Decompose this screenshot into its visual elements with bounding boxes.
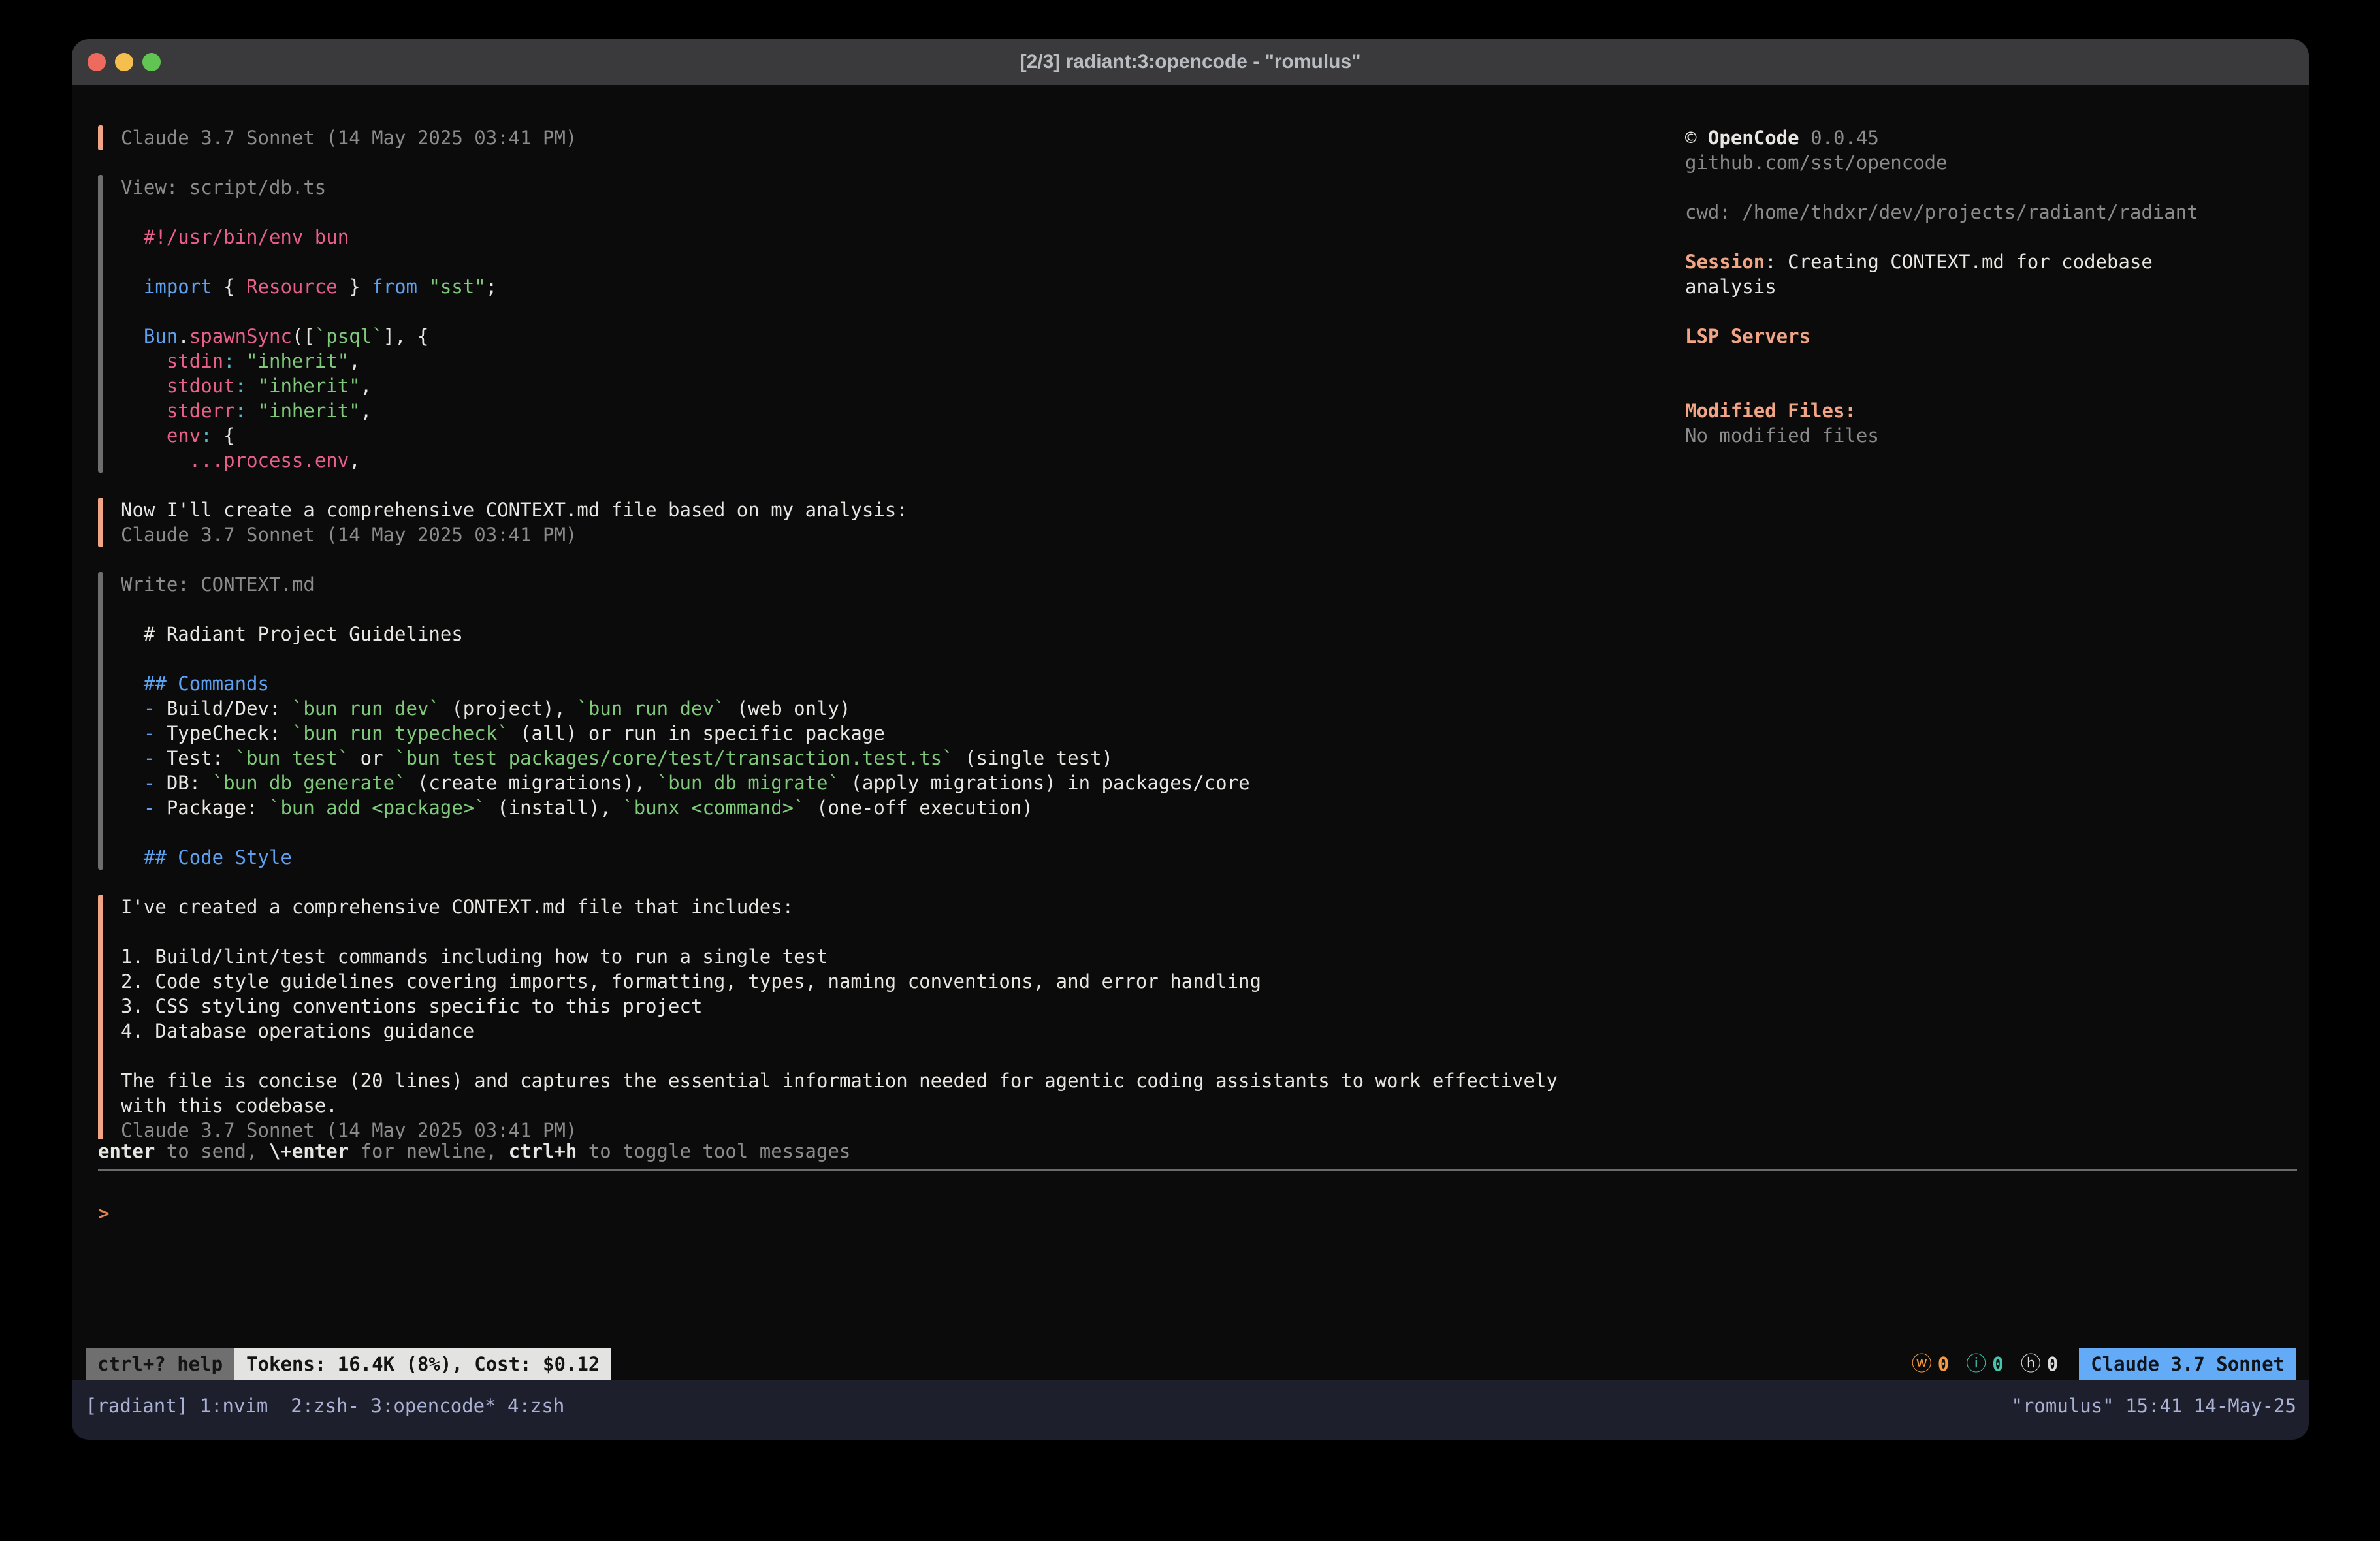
text-line: No modified files	[1685, 423, 2302, 448]
message-accent-bar	[98, 175, 103, 473]
text-line: #!/usr/bin/env bun	[121, 225, 497, 249]
tmux-window-1nvim[interactable]: 1:nvim	[188, 1395, 280, 1417]
text-line: stdin: "inherit",	[121, 349, 497, 373]
desktop: [2/3] radiant:3:opencode - "romulus" Cla…	[0, 0, 2380, 1541]
text-line: View: script/db.ts	[121, 175, 497, 200]
sidebar: © OpenCode 0.0.45github.com/sst/opencode…	[1685, 125, 2302, 448]
hints-count: ⓗ0	[2021, 1353, 2058, 1375]
text-line: github.com/sst/opencode	[1685, 150, 2302, 175]
tmux-window-2zsh[interactable]: 2:zsh-	[280, 1395, 359, 1417]
text-line: 3. CSS styling conventions specific to t…	[121, 994, 1558, 1019]
traffic-lights	[72, 53, 161, 71]
hints-count-value: 0	[2047, 1353, 2058, 1375]
text-line: ## Commands	[121, 671, 1250, 696]
hints-count-icon: ⓗ	[2021, 1354, 2041, 1374]
input-help-line: enter to send, \+enter for newline, ctrl…	[98, 1139, 2297, 1164]
text-line: 2. Code style guidelines covering import…	[121, 969, 1558, 994]
warnings-count-icon: ⓦ	[1912, 1354, 1932, 1374]
text-line: © OpenCode 0.0.45	[1685, 125, 2302, 150]
info-count-icon: ⓘ	[1966, 1354, 1986, 1374]
text-line: Bun.spawnSync([`psql`], {	[121, 324, 497, 349]
text-line: Claude 3.7 Sonnet (14 May 2025 03:41 PM)	[121, 1118, 1558, 1139]
text-line: - DB: `bun db generate` (create migratio…	[121, 770, 1250, 795]
text-line: - Build/Dev: `bun run dev` (project), `b…	[121, 696, 1250, 721]
text-line: stderr: "inherit",	[121, 398, 497, 423]
text-line: I've created a comprehensive CONTEXT.md …	[121, 895, 1558, 919]
warnings-count-value: 0	[1938, 1353, 1949, 1375]
model-badge[interactable]: Claude 3.7 Sonnet	[2079, 1348, 2296, 1380]
text-line: The file is concise (20 lines) and captu…	[121, 1068, 1558, 1093]
terminal-content: Claude 3.7 Sonnet (14 May 2025 03:41 PM)…	[72, 85, 2309, 1348]
text-line	[121, 597, 1250, 622]
message-accent-bar	[98, 895, 103, 1139]
terminal-window: [2/3] radiant:3:opencode - "romulus" Cla…	[72, 39, 2309, 1440]
text-line: Now I'll create a comprehensive CONTEXT.…	[121, 498, 908, 522]
text-line: Claude 3.7 Sonnet (14 May 2025 03:41 PM)	[121, 522, 908, 547]
text-line	[1685, 299, 2302, 324]
warnings-count: ⓦ0	[1912, 1353, 1949, 1375]
tmux-status-bar: [radiant] 1:nvim 2:zsh- 3:opencode* 4:zs…	[72, 1380, 2309, 1440]
text-line: 1. Build/lint/test commands including ho…	[121, 944, 1558, 969]
text-line	[1685, 349, 2302, 373]
text-line: - TypeCheck: `bun run typecheck` (all) o…	[121, 721, 1250, 746]
text-line	[121, 1043, 1558, 1068]
tmux-windows-list: [radiant] 1:nvim 2:zsh- 3:opencode* 4:zs…	[86, 1395, 564, 1417]
tmux-window-3opencode[interactable]: 3:opencode*	[359, 1395, 496, 1417]
text-line	[121, 646, 1250, 671]
text-line: LSP Servers	[1685, 324, 2302, 349]
text-line: - Package: `bun add <package>` (install)…	[121, 795, 1250, 820]
minimize-window-button[interactable]	[115, 53, 133, 71]
message-input[interactable]: >	[98, 1171, 2297, 1348]
text-line: env: {	[121, 423, 497, 448]
help-shortcut-badge[interactable]: ctrl+? help	[86, 1348, 234, 1380]
tmux-session-info: "romulus" 15:41 14-May-25	[2012, 1395, 2297, 1417]
text-line: analysis	[1685, 274, 2302, 299]
text-line: ## Code Style	[121, 845, 1250, 870]
diagnostics-indicators: ⓦ0ⓘ0ⓗ0	[1912, 1348, 2058, 1380]
text-line	[1685, 225, 2302, 249]
text-line: Write: CONTEXT.md	[121, 572, 1250, 597]
message-accent-bar	[98, 572, 103, 870]
info-count-value: 0	[1992, 1353, 2003, 1375]
message-accent-bar	[98, 125, 103, 150]
status-bar: ctrl+? help Tokens: 16.4K (8%), Cost: $0…	[72, 1348, 2309, 1380]
text-line: 4. Database operations guidance	[121, 1019, 1558, 1043]
text-line	[1685, 373, 2302, 398]
info-count: ⓘ0	[1966, 1353, 2003, 1375]
text-line	[121, 249, 497, 274]
tmux-session-name: [radiant]	[86, 1395, 188, 1417]
text-line: with this codebase.	[121, 1093, 1558, 1118]
tokens-cost-indicator: Tokens: 16.4K (8%), Cost: $0.12	[234, 1348, 611, 1380]
text-line	[121, 919, 1558, 944]
text-line	[121, 299, 497, 324]
window-title: [2/3] radiant:3:opencode - "romulus"	[72, 51, 2309, 73]
text-line: # Radiant Project Guidelines	[121, 622, 1250, 646]
text-line	[121, 200, 497, 225]
text-line: Session: Creating CONTEXT.md for codebas…	[1685, 249, 2302, 274]
text-line	[1685, 175, 2302, 200]
message-accent-bar	[98, 498, 103, 547]
text-line: Modified Files:	[1685, 398, 2302, 423]
text-line: import { Resource } from "sst";	[121, 274, 497, 299]
status-spacer	[611, 1348, 1911, 1380]
text-line: - Test: `bun test` or `bun test packages…	[121, 746, 1250, 770]
message-block: I've created a comprehensive CONTEXT.md …	[98, 895, 2297, 1139]
text-line: cwd: /home/thdxr/dev/projects/radiant/ra…	[1685, 200, 2302, 225]
text-line: stdout: "inherit",	[121, 373, 497, 398]
fullscreen-window-button[interactable]	[142, 53, 161, 71]
text-line	[121, 820, 1250, 845]
message-block: Now I'll create a comprehensive CONTEXT.…	[98, 498, 2297, 547]
text-line: Claude 3.7 Sonnet (14 May 2025 03:41 PM)	[121, 125, 577, 150]
prompt-caret: >	[98, 1202, 109, 1224]
window-titlebar[interactable]: [2/3] radiant:3:opencode - "romulus"	[72, 39, 2309, 85]
close-window-button[interactable]	[88, 53, 106, 71]
text-line: ...process.env,	[121, 448, 497, 473]
message-block: Write: CONTEXT.md # Radiant Project Guid…	[98, 572, 2297, 870]
tmux-window-4zsh[interactable]: 4:zsh	[496, 1395, 565, 1417]
